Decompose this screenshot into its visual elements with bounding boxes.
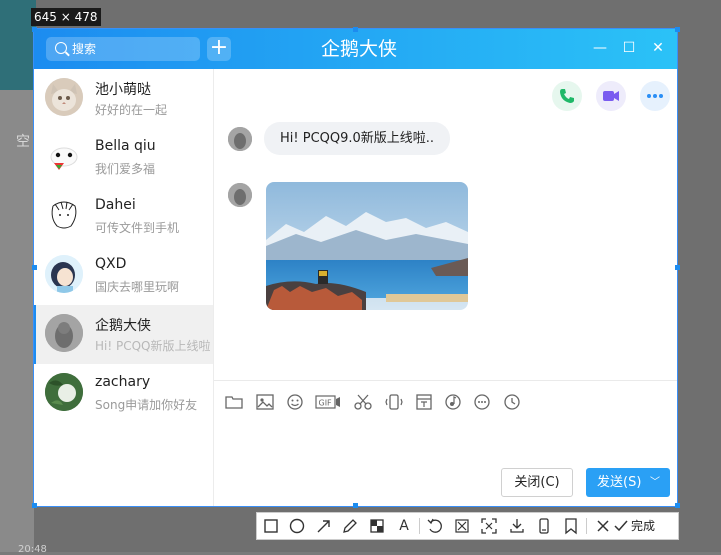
contact-item-active[interactable]: 企鹅大侠 Hi! PCQQ新版上线啦 <box>34 305 213 364</box>
video-icon[interactable] <box>596 81 626 111</box>
cancel-icon[interactable] <box>593 516 613 536</box>
resize-handle[interactable] <box>675 27 680 32</box>
scissors-icon[interactable] <box>353 392 373 412</box>
contact-last-message: 可传文件到手机 <box>95 221 180 235</box>
add-button[interactable]: + <box>207 37 231 61</box>
close-button[interactable]: 关闭(C) <box>501 468 573 497</box>
panda-avatar <box>45 137 83 175</box>
resize-handle[interactable] <box>675 503 680 508</box>
message-photo[interactable] <box>266 182 468 310</box>
window-title: 企鹅大侠 <box>320 38 397 60</box>
arrow-icon[interactable] <box>314 516 334 536</box>
ocr-icon[interactable] <box>479 516 499 536</box>
input-divider <box>214 380 677 381</box>
contact-item[interactable]: Dahei 可传文件到手机 <box>34 187 213 246</box>
search-placeholder: 搜索 <box>72 42 97 56</box>
send-label: 发送(S) <box>597 475 642 490</box>
close-icon[interactable]: ✕ <box>647 37 669 59</box>
maximize-icon[interactable]: ☐ <box>618 37 640 59</box>
mosaic-icon[interactable] <box>367 516 387 536</box>
contact-last-message: 好好的在一起 <box>95 103 168 117</box>
resize-handle[interactable] <box>675 265 680 270</box>
shake-icon[interactable] <box>384 392 404 412</box>
contact-last-message: Song申请加你好友 <box>95 398 198 412</box>
background-time: 20:48 <box>18 544 47 555</box>
calendar-icon[interactable] <box>414 392 434 412</box>
music-icon[interactable] <box>443 392 463 412</box>
resize-handle[interactable] <box>32 503 37 508</box>
resize-handle[interactable] <box>32 265 37 270</box>
contact-item[interactable]: QXD 国庆去哪里玩啊 <box>34 246 213 305</box>
contact-last-message: 我们爱多福 <box>95 162 156 176</box>
clock-icon[interactable] <box>502 392 522 412</box>
gif-label: GIF <box>319 399 333 408</box>
folder-icon[interactable] <box>224 392 244 412</box>
done-label[interactable]: 完成 <box>631 516 655 536</box>
cat-avatar <box>45 78 83 116</box>
phone-save-icon[interactable] <box>534 516 554 536</box>
bookmark-icon[interactable] <box>561 516 581 536</box>
resize-handle[interactable] <box>353 503 358 508</box>
contact-name: Bella qiu <box>95 138 156 154</box>
download-icon[interactable] <box>507 516 527 536</box>
contact-last-message: Hi! PCQQ新版上线啦 <box>95 339 210 353</box>
background-app-panel <box>0 90 34 552</box>
contact-item[interactable]: zachary Song申请加你好友 <box>34 364 213 423</box>
contact-name: Dahei <box>95 197 136 213</box>
qq-window: 搜索 + 企鹅大侠 — ☐ ✕ 池小萌哒 好好的在一起 Bella qiu 我们… <box>34 29 677 506</box>
contact-item[interactable]: Bella qiu 我们爱多福 <box>34 128 213 187</box>
pencil-icon[interactable] <box>340 516 360 536</box>
sketch-avatar <box>45 196 83 234</box>
resize-handle[interactable] <box>32 27 37 32</box>
toolbar-divider <box>586 518 587 534</box>
contact-item[interactable]: 池小萌哒 好好的在一起 <box>34 69 213 128</box>
contact-name: zachary <box>95 374 151 390</box>
contact-name: 池小萌哒 <box>95 82 151 98</box>
active-indicator <box>34 305 36 364</box>
selection-size-label: 645 × 478 <box>31 8 101 26</box>
girl-avatar <box>45 255 83 293</box>
contact-name: 企鹅大侠 <box>95 318 151 334</box>
contact-list: 池小萌哒 好好的在一起 Bella qiu 我们爱多福 Dahei 可传文件到手… <box>34 69 214 506</box>
background-text: 空 <box>16 134 30 150</box>
search-icon <box>55 42 67 54</box>
sender-avatar <box>228 183 252 207</box>
screenshot-toolbar: A 完成 <box>256 512 679 540</box>
more-circle-icon[interactable] <box>472 392 492 412</box>
search-box[interactable]: 搜索 <box>46 37 200 61</box>
message-bubble: Hi! PCQQ9.0新版上线啦.. <box>264 122 451 155</box>
chat-panel: Hi! PCQQ9.0新版上线啦.. GIF 关闭(C) 发送(S) ﹀ <box>214 69 677 506</box>
phone-icon[interactable] <box>552 81 582 111</box>
contact-name: QXD <box>95 256 127 272</box>
gif-icon[interactable]: GIF <box>315 392 341 412</box>
contact-last-message: 国庆去哪里玩啊 <box>95 280 180 294</box>
text-icon[interactable]: A <box>394 516 414 536</box>
check-icon[interactable] <box>613 516 629 536</box>
resize-handle[interactable] <box>353 27 358 32</box>
toolbar-divider <box>419 518 420 534</box>
more-icon[interactable] <box>640 81 670 111</box>
title-bar: 搜索 + 企鹅大侠 — ☐ ✕ <box>34 29 677 69</box>
undo-icon[interactable] <box>425 516 445 536</box>
emoji-icon[interactable] <box>285 392 305 412</box>
sender-avatar <box>228 127 252 151</box>
rectangle-icon[interactable] <box>261 516 281 536</box>
chevron-down-icon[interactable]: ﹀ <box>650 468 660 497</box>
image-icon[interactable] <box>255 392 275 412</box>
send-button[interactable]: 发送(S) ﹀ <box>586 468 670 497</box>
gray-avatar <box>45 314 83 352</box>
pin-icon[interactable] <box>452 516 472 536</box>
circle-icon[interactable] <box>287 516 307 536</box>
minimize-icon[interactable]: — <box>589 37 611 59</box>
nature-avatar <box>45 373 83 411</box>
